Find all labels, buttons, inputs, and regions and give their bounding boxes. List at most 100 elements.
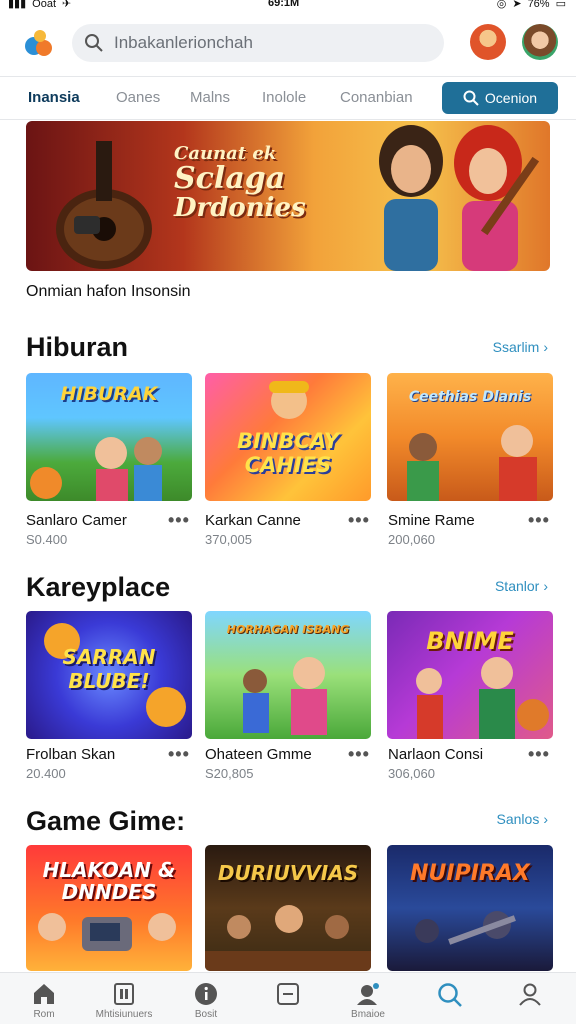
nav-label: Bosit	[194, 1009, 218, 1020]
card-illustration	[407, 425, 537, 501]
carrier-label: Ooat	[32, 0, 57, 10]
profile-notify-icon	[357, 983, 379, 1005]
card-subtitle: 306,060	[388, 766, 435, 781]
section-title-kareyplace: Kareyplace	[26, 572, 171, 602]
see-all-link-kareyplace[interactable]: Stanlor ›	[495, 578, 548, 594]
nav-search[interactable]	[410, 981, 490, 1009]
card-art-title: Ceethias Dlanis	[408, 389, 532, 405]
nav-library[interactable]: Mhtisiunuers	[84, 981, 164, 1020]
see-all-label: Stanlor	[494, 578, 540, 594]
banner-line-3: Drdonies	[174, 193, 306, 223]
nav-label: Mhtisiunuers	[95, 1009, 153, 1020]
person-icon	[519, 983, 541, 1006]
tab-oanes[interactable]: Oanes	[116, 89, 160, 106]
card-title: Sanlaro Camer	[26, 512, 127, 529]
minus-box-icon	[277, 983, 299, 1005]
nav-account[interactable]	[490, 981, 570, 1007]
section-title-game-gime: Game Gime:	[26, 806, 186, 836]
home-icon	[34, 984, 54, 1004]
card-illustration	[30, 437, 162, 501]
tab-inansia[interactable]: Inansia	[28, 89, 80, 106]
game-card[interactable]: Ceethias Dlanis	[387, 373, 553, 501]
see-all-link-hiburan[interactable]: Ssarlim ›	[493, 339, 548, 355]
card-art-title: SARRAN BLUBE!	[62, 645, 156, 693]
search-icon	[85, 34, 103, 52]
location-icon: ➤	[512, 0, 522, 10]
card-subtitle: 370,005	[205, 532, 252, 547]
card-illustration	[415, 911, 516, 945]
chevron-right-icon: ›	[543, 811, 548, 827]
card-illustration	[243, 657, 327, 735]
status-time: 69:1M	[268, 0, 300, 9]
nav-minus[interactable]	[248, 981, 328, 1007]
search-input[interactable]: Inbakanlerionchah	[72, 24, 444, 62]
card-subtitle: 20.400	[26, 766, 66, 781]
more-options-icon[interactable]: •••	[168, 744, 190, 765]
search-icon	[463, 90, 479, 106]
banner-characters-illustration	[379, 125, 540, 271]
avatar[interactable]	[522, 24, 558, 60]
card-art-title: HORHAGAN ISBANG	[226, 623, 350, 636]
nav-profile-notify[interactable]: Bmaioe	[328, 981, 408, 1020]
battery-icon: ▭	[555, 0, 566, 10]
search-icon	[438, 983, 462, 1007]
card-title: Karkan Canne	[205, 512, 301, 529]
banner-title: Caunat ek Sclaga Drdonies	[174, 143, 306, 222]
card-art-title: HLAKOAN & DNNDES	[42, 858, 176, 904]
game-card[interactable]: DURIUVVIAS	[205, 845, 371, 971]
tab-conanbian[interactable]: Conanbian	[340, 89, 413, 106]
search-placeholder: Inbakanlerionchah	[114, 33, 253, 52]
chevron-right-icon: ›	[543, 339, 548, 355]
search-tab-button[interactable]: Ocenion	[442, 82, 558, 114]
card-art-title: NUIPIRAX	[410, 861, 530, 886]
nav-home[interactable]: Rom	[4, 981, 84, 1020]
signal-icon: ▮▮▮	[8, 0, 27, 10]
game-card[interactable]: NUIPIRAX	[387, 845, 553, 971]
card-illustration	[416, 657, 549, 739]
game-card[interactable]: BNIME	[387, 611, 553, 739]
bottom-navigation: Rom Mhtisiunuers Bosit Bmaioe	[0, 972, 576, 1024]
section-title-hiburan: Hiburan	[26, 332, 129, 362]
library-icon	[114, 983, 134, 1005]
card-illustration	[205, 905, 371, 971]
banner-caption: Onmian hafon Insonsin	[26, 283, 191, 300]
more-options-icon[interactable]: •••	[528, 510, 550, 531]
game-card[interactable]: SARRAN BLUBE!	[26, 611, 192, 739]
app-logo-icon[interactable]	[22, 26, 56, 60]
card-title: Ohateen Gmme	[205, 746, 312, 763]
game-card[interactable]: HORHAGAN ISBANG	[205, 611, 371, 739]
header: Inbakanlerionchah	[0, 14, 576, 74]
see-all-link-game-gime[interactable]: Sanlos ›	[497, 811, 548, 827]
card-art-title: BINBCAY CAHIES	[237, 429, 339, 477]
featured-banner[interactable]: Caunat ek Sclaga Drdonies	[26, 121, 550, 271]
game-card[interactable]: HIBURAK	[26, 373, 192, 501]
status-bar: ▮▮▮ Ooat ✈ 69:1M ◎ ➤ 76% ▭	[0, 0, 576, 12]
card-subtitle: S20,805	[205, 766, 254, 781]
card-title: Frolban Skan	[26, 746, 116, 763]
battery-percent: 76%	[527, 0, 550, 10]
nav-label: Rom	[33, 1009, 55, 1020]
card-art-title: HIBURAK	[60, 383, 158, 405]
tab-inolole[interactable]: Inolole	[262, 89, 306, 106]
banner-line-2: Sclaga	[174, 161, 286, 196]
card-subtitle: S0.400	[26, 532, 68, 547]
game-card[interactable]: HLAKOAN & DNNDES	[26, 845, 192, 971]
more-options-icon[interactable]: •••	[168, 510, 190, 531]
more-options-icon[interactable]: •••	[348, 744, 370, 765]
search-tab-label: Ocenion	[484, 90, 538, 106]
card-illustration	[38, 913, 176, 951]
see-all-label: Ssarlim	[492, 339, 540, 355]
more-options-icon[interactable]: •••	[348, 510, 370, 531]
guitar-illustration	[56, 141, 152, 269]
status-right: ◎ ➤ 76% ▭	[497, 0, 566, 10]
card-subtitle: 200,060	[388, 532, 435, 547]
info-icon	[195, 983, 217, 1005]
see-all-label: Sanlos	[496, 811, 540, 827]
tab-malns[interactable]: Malns	[190, 89, 230, 106]
status-left: ▮▮▮ Ooat ✈	[8, 0, 71, 10]
more-options-icon[interactable]: •••	[528, 744, 550, 765]
category-tabs: Inansia Oanes Malns Inolole Conanbian Oc…	[0, 76, 576, 120]
avatar[interactable]	[470, 24, 506, 60]
game-card[interactable]: BINBCAY CAHIES	[205, 373, 371, 501]
nav-info[interactable]: Bosit	[166, 981, 246, 1020]
